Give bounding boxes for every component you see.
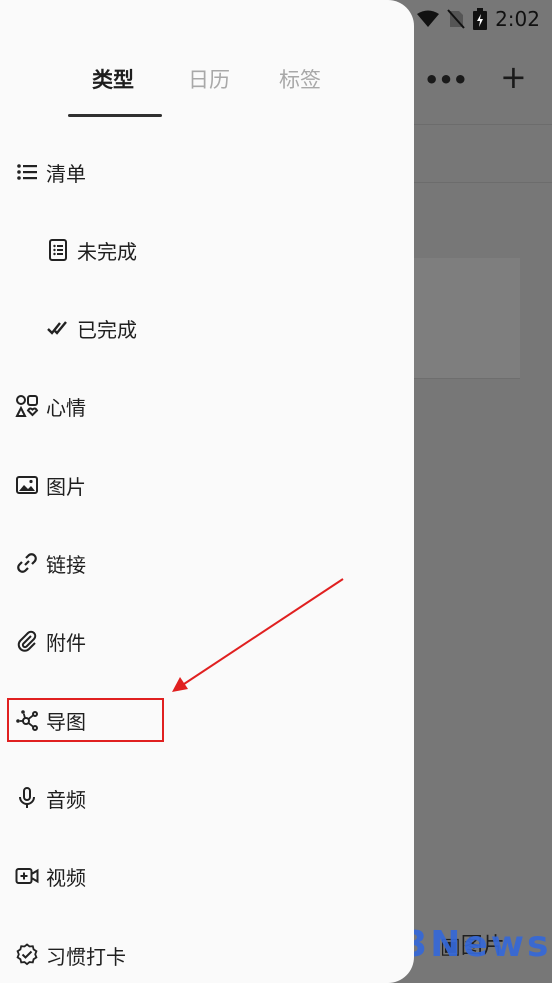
tab-type[interactable]: 类型 [92,64,134,94]
menu-item-label: 视频 [46,865,86,890]
menu-item-attachments[interactable]: 附件 [14,621,86,661]
menu-item-mood[interactable]: 心情 [14,386,86,426]
menu-item-incomplete[interactable]: 未完成 [45,230,137,270]
tab-indicator [68,114,162,117]
tab-tags[interactable]: 标签 [279,64,321,94]
menu-item-label: 清单 [46,161,86,186]
menu-item-label: 音频 [46,787,86,812]
background-card [414,258,520,319]
tab-calendar[interactable]: 日历 [188,64,230,94]
image-icon [14,472,40,498]
navigation-drawer: 类型 日历 标签 清单 未完成 已完成 心情 图片 链接 附件 导图 音频 视频… [0,0,414,983]
microphone-icon [14,785,40,811]
menu-item-list[interactable]: 清单 [14,152,86,192]
menu-item-label: 附件 [46,630,86,655]
background-card [414,318,520,379]
menu-item-images[interactable]: 图片 [14,465,86,505]
divider [414,182,552,183]
paperclip-icon [14,628,40,654]
menu-item-video[interactable]: 视频 [14,856,86,896]
annotation-highlight-box [7,698,164,742]
double-check-icon [45,315,71,341]
habit-check-icon [14,942,40,968]
more-icon[interactable]: ••• [424,66,468,94]
mood-icon [14,393,40,419]
menu-item-label: 习惯打卡 [46,944,126,969]
menu-item-label: 心情 [46,395,86,420]
menu-item-links[interactable]: 链接 [14,543,86,583]
checklist-icon [45,237,71,263]
menu-item-habit-checkin[interactable]: 习惯打卡 [14,935,126,975]
menu-item-label: 已完成 [77,317,137,342]
add-icon[interactable]: + [500,58,527,96]
drawer-tabs: 类型 日历 标签 [0,60,414,120]
status-time: 2:02 [495,7,540,31]
wifi-icon [417,10,440,27]
link-icon [14,550,40,576]
menu-item-label: 图片 [46,474,86,499]
list-icon [14,159,40,185]
no-sim-icon [447,9,465,29]
menu-item-label: 链接 [46,552,86,577]
video-icon [14,863,40,889]
menu-item-completed[interactable]: 已完成 [45,308,137,348]
menu-item-audio[interactable]: 音频 [14,778,86,818]
battery-icon [473,8,488,30]
menu-item-label: 未完成 [77,239,137,264]
divider [414,124,552,125]
